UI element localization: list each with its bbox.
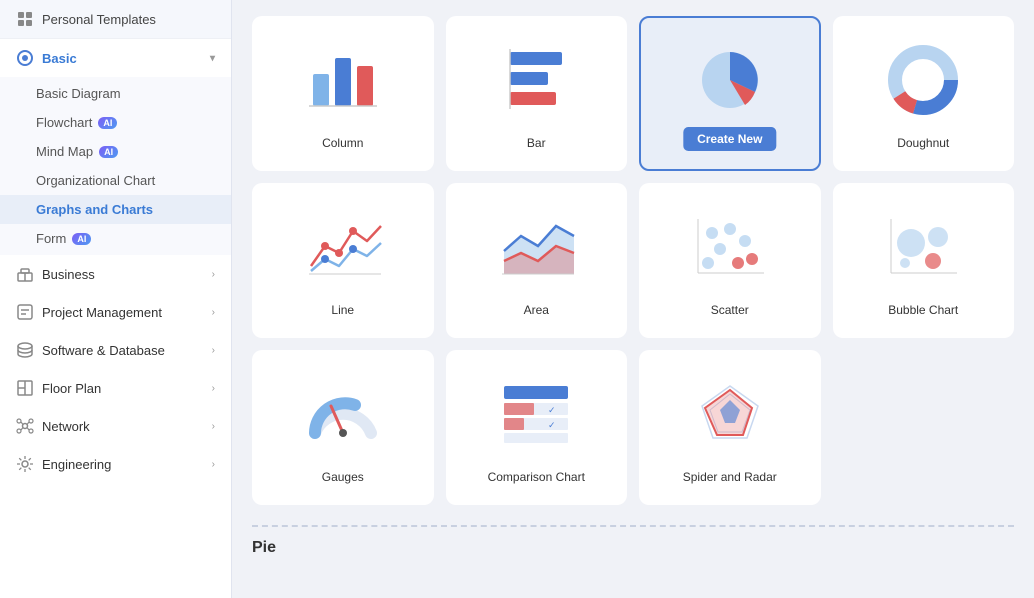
graphs-charts-label: Graphs and Charts xyxy=(36,202,153,217)
doughnut-chart-label: Doughnut xyxy=(897,136,949,150)
engineering-icon xyxy=(16,455,34,473)
column-chart-label: Column xyxy=(322,136,363,150)
software-chevron-icon: › xyxy=(212,345,215,356)
chart-card-column[interactable]: Column xyxy=(252,16,434,171)
spider-radar-chart-svg xyxy=(690,378,770,448)
line-chart-svg xyxy=(303,211,383,281)
project-management-icon xyxy=(16,303,34,321)
gauges-chart-label: Gauges xyxy=(322,470,364,484)
scatter-chart-label: Scatter xyxy=(711,303,749,317)
basic-chevron-icon: ▾ xyxy=(210,53,215,64)
gauges-chart-svg xyxy=(303,378,383,448)
sidebar-section-network[interactable]: Network › xyxy=(0,407,231,445)
spider-radar-chart-label: Spider and Radar xyxy=(683,470,777,484)
column-chart-svg xyxy=(303,44,383,114)
sidebar-section-business[interactable]: Business › xyxy=(0,255,231,293)
basic-section-label: Basic xyxy=(42,51,77,66)
sidebar-section-basic[interactable]: Basic ▾ xyxy=(0,39,231,77)
area-chart-svg xyxy=(496,211,576,281)
chart-card-gauges[interactable]: Gauges xyxy=(252,350,434,505)
comparison-chart-icon-area: ✓ ✓ xyxy=(460,368,614,458)
bar-chart-icon-area xyxy=(460,34,614,124)
basic-sub-menu: Basic Diagram Flowchart AI Mind Map AI O… xyxy=(0,77,231,255)
sidebar-section-software-database[interactable]: Software & Database › xyxy=(0,331,231,369)
sidebar-item-mind-map[interactable]: Mind Map AI xyxy=(0,137,231,166)
network-icon xyxy=(16,417,34,435)
business-label: Business xyxy=(42,267,95,282)
sidebar-item-org-chart[interactable]: Organizational Chart xyxy=(0,166,231,195)
sidebar: Personal Templates Basic ▾ Basic Diagram… xyxy=(0,0,232,598)
basic-diagram-label: Basic Diagram xyxy=(36,86,121,101)
sidebar-section-project-management[interactable]: Project Management › xyxy=(0,293,231,331)
sidebar-section-floor-plan[interactable]: Floor Plan › xyxy=(0,369,231,407)
chart-card-bar[interactable]: Bar xyxy=(446,16,628,171)
sidebar-item-graphs-charts[interactable]: Graphs and Charts xyxy=(0,195,231,224)
bubble-chart-label: Bubble Chart xyxy=(888,303,958,317)
personal-templates-icon xyxy=(16,10,34,28)
basic-section-icon xyxy=(16,49,34,67)
svg-text:✓: ✓ xyxy=(548,420,556,430)
bubble-chart-svg xyxy=(883,211,963,281)
chart-card-line[interactable]: Line xyxy=(252,183,434,338)
network-label: Network xyxy=(42,419,90,434)
personal-templates-label: Personal Templates xyxy=(42,12,156,27)
bubble-chart-icon-area xyxy=(847,201,1001,291)
business-chevron-icon: › xyxy=(212,269,215,280)
area-chart-label: Area xyxy=(524,303,549,317)
software-database-icon xyxy=(16,341,34,359)
form-ai-badge: AI xyxy=(72,233,91,245)
mind-map-ai-badge: AI xyxy=(99,146,118,158)
bar-chart-svg xyxy=(496,44,576,114)
sidebar-item-flowchart[interactable]: Flowchart AI xyxy=(0,108,231,137)
flowchart-ai-badge: AI xyxy=(98,117,117,129)
chart-card-area[interactable]: Area xyxy=(446,183,628,338)
scatter-chart-icon-area xyxy=(653,201,807,291)
project-management-label: Project Management xyxy=(42,305,162,320)
gauges-chart-icon-area xyxy=(266,368,420,458)
engineering-label: Engineering xyxy=(42,457,111,472)
svg-text:✓: ✓ xyxy=(548,405,556,415)
main-content: Column Bar xyxy=(232,0,1034,598)
sidebar-item-form[interactable]: Form AI xyxy=(0,224,231,253)
doughnut-chart-svg xyxy=(883,42,963,117)
chart-grid: Column Bar xyxy=(252,16,1014,505)
chart-card-pie[interactable]: Create New Pie xyxy=(639,16,821,171)
doughnut-chart-icon-area xyxy=(847,34,1001,124)
pie-chart-icon-area xyxy=(653,34,807,124)
floor-plan-label: Floor Plan xyxy=(42,381,101,396)
org-chart-label: Organizational Chart xyxy=(36,173,155,188)
chart-card-comparison[interactable]: ✓ ✓ Comparison Chart xyxy=(446,350,628,505)
project-chevron-icon: › xyxy=(212,307,215,318)
form-label: Form xyxy=(36,231,66,246)
software-database-label: Software & Database xyxy=(42,343,165,358)
area-chart-icon-area xyxy=(460,201,614,291)
spider-radar-chart-icon-area xyxy=(653,368,807,458)
floor-plan-icon xyxy=(16,379,34,397)
flowchart-label: Flowchart xyxy=(36,115,92,130)
floor-plan-chevron-icon: › xyxy=(212,383,215,394)
business-icon xyxy=(16,265,34,283)
create-new-pie-button[interactable]: Create New xyxy=(683,127,776,151)
bottom-section-title: Pie xyxy=(252,535,1014,557)
sidebar-section-engineering[interactable]: Engineering › xyxy=(0,445,231,483)
chart-card-scatter[interactable]: Scatter xyxy=(639,183,821,338)
sidebar-item-personal-templates[interactable]: Personal Templates xyxy=(0,0,231,39)
comparison-chart-svg: ✓ ✓ xyxy=(496,378,576,448)
chart-card-spider-radar[interactable]: Spider and Radar xyxy=(639,350,821,505)
dashed-divider xyxy=(252,525,1014,527)
line-chart-icon-area xyxy=(266,201,420,291)
bar-chart-label: Bar xyxy=(527,136,546,150)
engineering-chevron-icon: › xyxy=(212,459,215,470)
column-chart-icon-area xyxy=(266,34,420,124)
mind-map-label: Mind Map xyxy=(36,144,93,159)
sidebar-item-basic-diagram[interactable]: Basic Diagram xyxy=(0,79,231,108)
pie-chart-svg xyxy=(690,42,770,117)
chart-card-doughnut[interactable]: Doughnut xyxy=(833,16,1015,171)
chart-card-bubble[interactable]: Bubble Chart xyxy=(833,183,1015,338)
scatter-chart-svg xyxy=(690,211,770,281)
comparison-chart-label: Comparison Chart xyxy=(488,470,585,484)
line-chart-label: Line xyxy=(331,303,354,317)
network-chevron-icon: › xyxy=(212,421,215,432)
